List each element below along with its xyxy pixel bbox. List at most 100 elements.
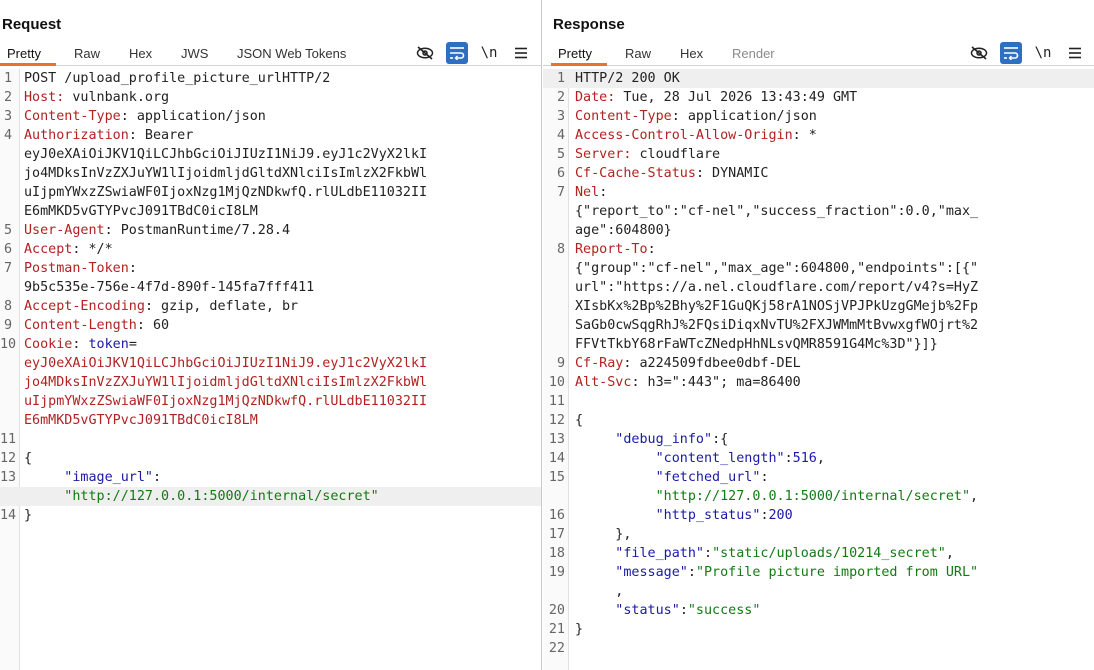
line-number: 4 xyxy=(3,128,12,143)
code-text: 9b5c535e-756e-4f7d-890f-145fa7fff411 xyxy=(24,278,314,297)
tab-json-web-tokens[interactable]: JSON Web Tokens xyxy=(237,46,346,61)
code-token: : xyxy=(760,470,769,485)
code-token: : PostmanRuntime/7.28.4 xyxy=(104,223,291,238)
code-token: "http://127.0.0.1:5000/internal/secret" xyxy=(24,489,379,504)
response-editor[interactable]: 1 HTTP/2 200 OK 2 Date: Tue, 28 Jul 2026 13… xyxy=(543,69,1094,670)
code-text: Postman-Token: xyxy=(24,259,137,278)
hide-non-printable-toggle[interactable] xyxy=(968,42,990,64)
code-token: = xyxy=(128,337,137,352)
hide-non-printable-toggle[interactable] xyxy=(414,42,436,64)
line-number: 17 xyxy=(548,527,565,542)
request-title: Request xyxy=(2,16,62,33)
line-number: 3 xyxy=(3,109,12,124)
line-number: 5 xyxy=(3,223,12,238)
code-token: , xyxy=(970,489,979,504)
line-number: 19 xyxy=(548,565,565,580)
tab-pretty[interactable]: Pretty xyxy=(558,46,592,61)
wrap-lines-toggle[interactable] xyxy=(446,42,468,64)
code-token: Nel xyxy=(575,185,600,200)
code-token: "http_status" xyxy=(575,508,761,523)
code-text: "status":"success" xyxy=(575,601,760,620)
code-text: Cf-Cache-Status: DYNAMIC xyxy=(575,164,769,183)
line-number: 14 xyxy=(0,508,17,523)
code-text: {"group":"cf-nel","max_age":604800,"endp… xyxy=(575,259,978,278)
code-line: 12 { xyxy=(543,411,1094,430)
line-number: 18 xyxy=(548,546,565,561)
code-token: : xyxy=(72,337,89,352)
newline-toggle[interactable]: \n xyxy=(1032,42,1054,64)
code-token: jo4MDksInVzZXJuYW1lIjoidmljdGltdXNlciIsI… xyxy=(24,375,428,390)
line-number: 8 xyxy=(3,299,12,314)
code-token: Report-To xyxy=(575,242,648,257)
code-token: uIjpmYWxzZSwiaWF0IjoxNzg1MjQzNDkwfQ.rlUL… xyxy=(24,394,428,409)
code-token: "message" xyxy=(575,565,688,580)
code-text: jo4MDksInVzZXJuYW1lIjoidmljdGltdXNlciIsI… xyxy=(24,373,427,392)
code-token: : xyxy=(687,565,696,580)
request-menu-button[interactable] xyxy=(510,42,532,64)
code-text: age":604800} xyxy=(575,221,672,240)
code-token: age":604800} xyxy=(575,223,672,238)
line-number: 14 xyxy=(548,451,565,466)
code-token: : xyxy=(760,508,769,523)
code-text: E6mMKD5vGTYPvcJ091TBdC0icI8LM xyxy=(24,411,258,430)
code-text: Authorization: Bearer xyxy=(24,126,193,145)
code-line: eyJ0eXAiOiJKV1QiLCJhbGciOiJIUzI1NiJ9.eyJ… xyxy=(0,354,541,373)
response-tabbar: Pretty Raw Hex Render \n xyxy=(543,42,1094,66)
code-line: 10 Alt-Svc: h3=":443"; ma=86400 xyxy=(543,373,1094,392)
tab-pretty[interactable]: Pretty xyxy=(7,46,41,61)
code-line: 6 Cf-Cache-Status: DYNAMIC xyxy=(543,164,1094,183)
line-number: 9 xyxy=(3,318,12,333)
line-number: 22 xyxy=(548,641,565,656)
code-token: "success" xyxy=(687,603,761,618)
code-token: Cf-Ray xyxy=(575,356,624,371)
request-editor[interactable]: 1 POST /upload_profile_picture_urlHTTP/2 2… xyxy=(0,69,541,670)
code-token: Server: xyxy=(575,147,632,162)
code-token: : xyxy=(128,261,137,276)
code-text: , xyxy=(575,582,623,601)
code-token: : 60 xyxy=(136,318,170,333)
code-line: 9b5c535e-756e-4f7d-890f-145fa7fff411 xyxy=(0,278,541,297)
code-line: 18 "file_path":"static/uploads/10214_sec… xyxy=(543,544,1094,563)
code-token: Authorization xyxy=(24,128,129,143)
line-number: 16 xyxy=(548,508,565,523)
code-token: "debug_info" xyxy=(575,432,713,447)
code-token: E6mMKD5vGTYPvcJ091TBdC0icI8LM xyxy=(24,204,258,219)
tab-jws[interactable]: JWS xyxy=(181,46,208,61)
code-token: : xyxy=(647,242,656,257)
newline-toggle[interactable]: \n xyxy=(478,42,500,64)
code-token: : xyxy=(599,185,608,200)
line-number: 5 xyxy=(556,147,565,162)
line-number: 15 xyxy=(548,470,565,485)
code-token: "static/uploads/10214_secret" xyxy=(712,546,946,561)
code-token: :{ xyxy=(712,432,729,447)
code-text: FFVtTkbY68rFaWTcZNedpHhNLsvQMR8591G4Mc%3… xyxy=(575,335,938,354)
code-text: Accept-Encoding: gzip, deflate, br xyxy=(24,297,298,316)
code-token: uIjpmYWxzZSwiaWF0IjoxNzg1MjQzNDkwfQ.rlUL… xyxy=(24,185,428,200)
code-token: : gzip, deflate, br xyxy=(144,299,299,314)
code-line: 2 Date: Tue, 28 Jul 2026 13:43:49 GMT xyxy=(543,88,1094,107)
code-text: "http://127.0.0.1:5000/internal/secret" xyxy=(24,487,379,506)
code-line: 3 Content-Type: application/json xyxy=(0,107,541,126)
code-line: 10 Cookie: token= xyxy=(0,335,541,354)
code-text: E6mMKD5vGTYPvcJ091TBdC0icI8LM xyxy=(24,202,258,221)
tab-hex[interactable]: Hex xyxy=(129,46,152,61)
code-line: "http://127.0.0.1:5000/internal/secret" xyxy=(0,487,541,506)
line-number: 6 xyxy=(3,242,12,257)
code-line: 16 "http_status":200 xyxy=(543,506,1094,525)
request-tabbar: Pretty Raw Hex JWS JSON Web Tokens \n xyxy=(0,42,541,66)
code-token: Accept xyxy=(24,242,73,257)
code-line: 9 Cf-Ray: a224509fdbee0dbf-DEL xyxy=(543,354,1094,373)
tab-hex[interactable]: Hex xyxy=(680,46,703,61)
tab-render[interactable]: Render xyxy=(732,46,775,61)
code-token: Accept-Encoding xyxy=(24,299,145,314)
code-text: } xyxy=(24,506,32,525)
tab-raw[interactable]: Raw xyxy=(625,46,651,61)
code-line: 2 Host: vulnbank.org xyxy=(0,88,541,107)
code-line: uIjpmYWxzZSwiaWF0IjoxNzg1MjQzNDkwfQ.rlUL… xyxy=(0,392,541,411)
response-menu-button[interactable] xyxy=(1064,42,1086,64)
tab-raw[interactable]: Raw xyxy=(74,46,100,61)
code-line: 7 Nel: xyxy=(543,183,1094,202)
wrap-lines-toggle[interactable] xyxy=(1000,42,1022,64)
code-line: 12 { xyxy=(0,449,541,468)
line-number: 20 xyxy=(548,603,565,618)
